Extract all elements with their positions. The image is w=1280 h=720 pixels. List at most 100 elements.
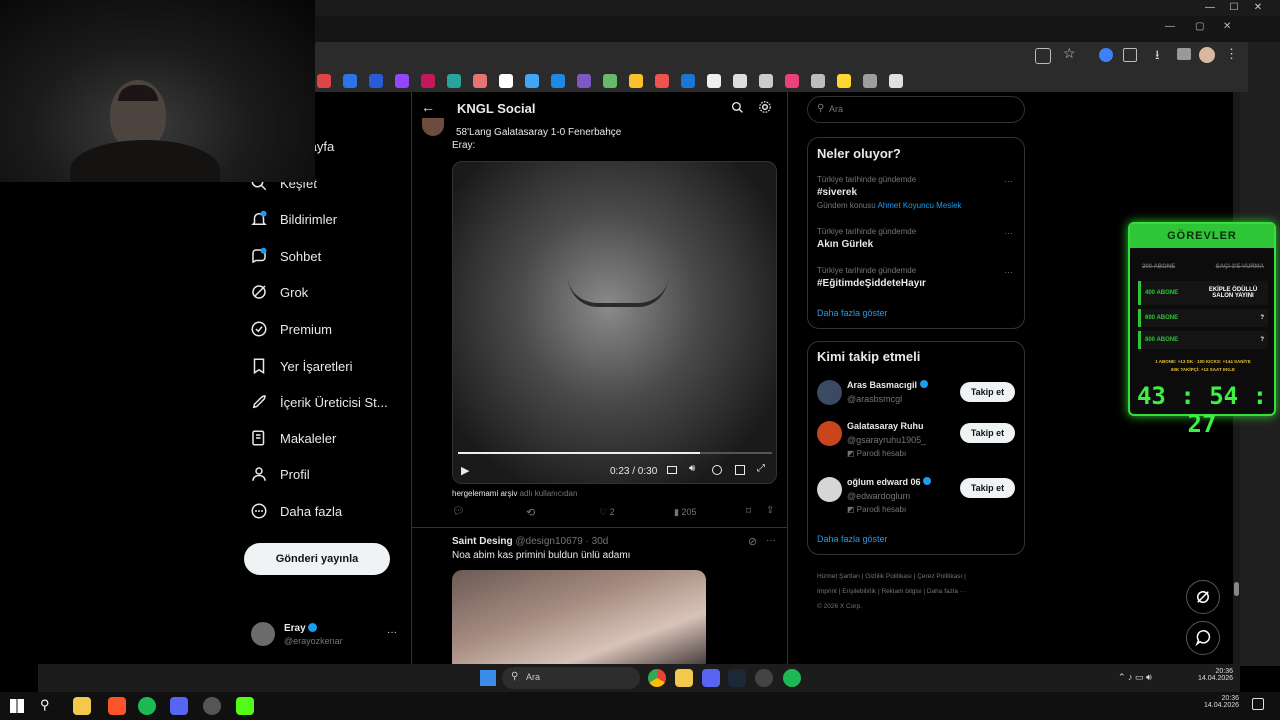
address-bar[interactable]: ☆ ⭳ ⋮ (315, 42, 1248, 70)
nav-chat[interactable]: Sohbet (250, 241, 321, 271)
trend-item[interactable]: Türkiye tarihinde gündemde #EğitimdeŞidd… (817, 266, 1017, 292)
follow-name[interactable]: Galatasaray Ruhu (847, 421, 924, 431)
profile-avatar-icon[interactable] (1199, 47, 1215, 63)
inner-clock[interactable]: 20:36 14.04.2026 (1198, 668, 1233, 682)
trend-item[interactable]: Türkiye tarihinde gündemde #siverek Günd… (817, 175, 1017, 211)
nav-premium[interactable]: Premium (250, 314, 332, 344)
like-button[interactable]: ♡ 2 (599, 507, 615, 518)
trend-menu-icon[interactable]: ··· (1004, 176, 1013, 186)
close-button[interactable]: ✕ (1246, 0, 1270, 16)
back-arrow-icon[interactable]: ← (421, 99, 435, 115)
bookmark-icon[interactable] (811, 74, 825, 88)
kick-icon[interactable] (236, 697, 254, 715)
video-player[interactable]: ▶ 0:23 / 0:30 🔊︎ ⤢ (452, 161, 777, 484)
star-icon[interactable]: ☆ (1063, 45, 1076, 62)
windows-start-icon[interactable] (10, 699, 24, 713)
gear-icon[interactable] (758, 100, 772, 114)
chrome-icon[interactable] (648, 669, 666, 687)
install-icon[interactable] (1035, 48, 1051, 64)
messages-float-button[interactable] (1186, 621, 1220, 655)
puzzle-icon[interactable] (1123, 48, 1137, 62)
video-source[interactable]: hergelemami arşiv adlı kullanıcıdan (452, 489, 577, 498)
nav-more[interactable]: Daha fazla (250, 496, 342, 526)
footer-link[interactable]: Daha fazla ··· (927, 588, 966, 595)
views-button[interactable]: ▮ 205 (674, 507, 697, 518)
trend-sub-link[interactable]: Ahmet Koyuncu Meslek (877, 201, 961, 210)
bookmark-icon[interactable] (889, 74, 903, 88)
footer-link[interactable]: Çerez Politikası (917, 573, 962, 580)
avatar[interactable] (817, 380, 842, 405)
bookmark-icon[interactable] (837, 74, 851, 88)
account-name[interactable]: Eray (284, 623, 318, 634)
avatar[interactable] (422, 118, 444, 136)
browser-minimize-button[interactable]: — (1165, 21, 1175, 32)
discord-icon[interactable] (170, 697, 188, 715)
kebab-menu-icon[interactable]: ⋮ (1225, 46, 1238, 62)
footer-link[interactable]: Gizlilik Politikası (865, 573, 912, 580)
bookmark-icon[interactable] (707, 74, 721, 88)
reply-icon[interactable]: 💬︎ (452, 506, 465, 517)
account-menu-icon[interactable]: ··· (387, 627, 397, 638)
bookmark-icon[interactable] (421, 74, 435, 88)
steam-icon[interactable] (728, 669, 746, 687)
browser-close-button[interactable]: ✕ (1223, 21, 1231, 32)
tweet-menu-icon[interactable]: ··· (766, 535, 776, 546)
footer-link[interactable]: Imprint (817, 588, 837, 595)
tweet-author[interactable]: Saint Desing (452, 536, 513, 547)
brave-icon[interactable] (108, 697, 126, 715)
notification-icon[interactable] (1252, 698, 1264, 710)
taskbar-search[interactable]: ⚲ Ara (502, 667, 640, 689)
folder-icon[interactable] (675, 669, 693, 687)
windows-start-icon[interactable] (480, 670, 496, 686)
nav-notifications[interactable]: Bildirimler (250, 204, 337, 234)
obs-icon[interactable] (203, 697, 221, 715)
trend-item[interactable]: Türkiye tarihinde gündemde Akın Gürlek (817, 227, 1017, 253)
volume-icon[interactable]: 🔊︎ (689, 463, 695, 474)
bookmark-icon[interactable] (395, 74, 409, 88)
avatar[interactable] (817, 477, 842, 502)
show-more-link[interactable]: Daha fazla göster (817, 308, 888, 318)
bookmark-icon[interactable] (577, 74, 591, 88)
bookmark-icon[interactable] (525, 74, 539, 88)
download-icon[interactable]: ⭳ (1155, 46, 1160, 68)
footer-link[interactable]: Erişilebilirlik (842, 588, 876, 595)
extension-icon[interactable] (1099, 48, 1113, 62)
follow-button[interactable]: Takip et (960, 423, 1015, 443)
bookmark-icon[interactable] (343, 74, 357, 88)
tweet-handle[interactable]: @design10679 (515, 536, 582, 547)
bookmark-icon[interactable] (317, 74, 331, 88)
bookmark-icon[interactable] (629, 74, 643, 88)
bookmark-icon[interactable] (499, 74, 513, 88)
settings-icon[interactable] (712, 465, 722, 475)
bookmark-icon[interactable]: ⌑ (746, 506, 751, 517)
nav-bookmarks[interactable]: Yer İşaretleri (250, 351, 353, 381)
bookmark-icon[interactable] (759, 74, 773, 88)
trend-menu-icon[interactable]: ··· (1004, 267, 1013, 277)
discord-icon[interactable] (702, 669, 720, 687)
bookmark-icon[interactable] (447, 74, 461, 88)
app-icon[interactable] (755, 669, 773, 687)
follow-button[interactable]: Takip et (960, 382, 1015, 402)
share-icon[interactable]: ⇪ (766, 505, 774, 516)
bookmark-icon[interactable] (863, 74, 877, 88)
grok-icon[interactable]: ⊘ (748, 535, 757, 548)
follow-name[interactable]: Aras Basmacıgil (847, 380, 928, 390)
maximize-button[interactable]: ☐ (1222, 0, 1246, 16)
bookmark-icon[interactable] (551, 74, 565, 88)
nav-profile[interactable]: Profil (250, 459, 310, 489)
show-more-link[interactable]: Daha fazla göster (817, 534, 888, 544)
footer-link[interactable]: Hizmet Şartları (817, 573, 860, 580)
bookmark-icon[interactable] (655, 74, 669, 88)
post-button[interactable]: Gönderi yayınla (244, 543, 390, 575)
retweet-icon[interactable]: ⟲ (526, 506, 535, 519)
follow-button[interactable]: Takip et (960, 478, 1015, 498)
play-icon[interactable]: ▶ (461, 464, 469, 477)
bookmark-icon[interactable] (603, 74, 617, 88)
bookmark-icon[interactable] (369, 74, 383, 88)
spotify-icon[interactable] (783, 669, 801, 687)
scrollbar-thumb[interactable] (1234, 582, 1239, 596)
search-icon[interactable]: ⚲ (40, 697, 50, 713)
tweet-image[interactable] (452, 570, 706, 664)
trend-menu-icon[interactable]: ··· (1004, 228, 1013, 238)
captions-icon[interactable] (667, 466, 677, 474)
